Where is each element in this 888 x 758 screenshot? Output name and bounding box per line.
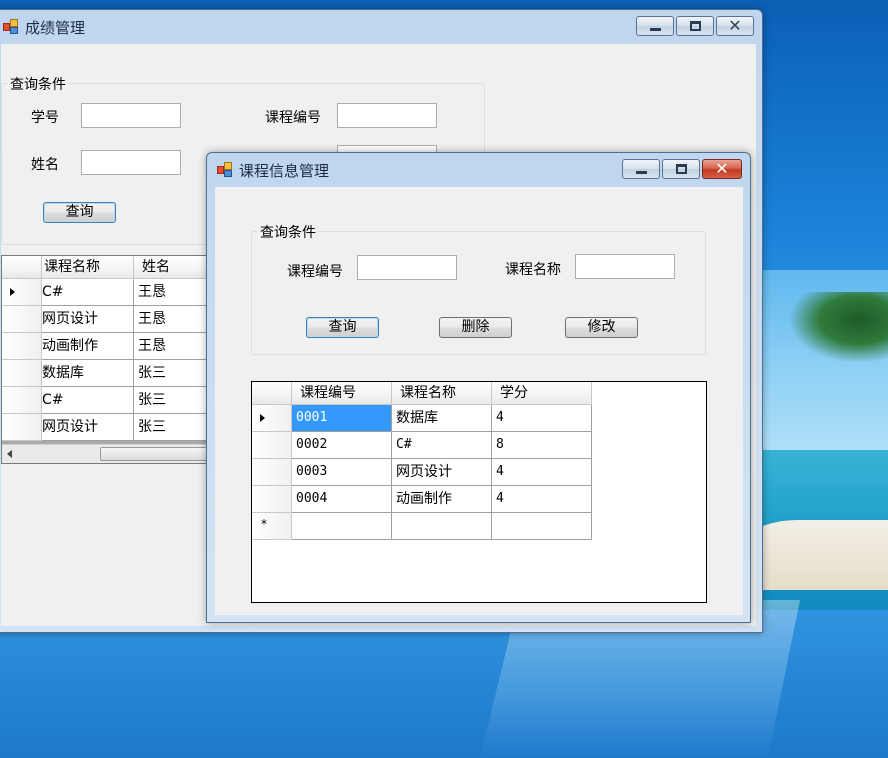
row-header-corner	[252, 382, 292, 405]
courses-grid[interactable]: 课程编号 课程名称 学分 0001 数据库 4 0002 C# 8 0003 网…	[251, 381, 707, 603]
grid-header-row: 课程编号 课程名称 学分	[252, 382, 592, 405]
table-row[interactable]: 网页设计 王恳	[2, 306, 234, 333]
table-row[interactable]: 数据库 张三	[2, 360, 234, 387]
course-no-input[interactable]	[357, 255, 457, 280]
column-header[interactable]: 课程编号	[292, 382, 392, 405]
table-cell[interactable]: 网页设计	[42, 414, 134, 441]
table-cell[interactable]: C#	[42, 279, 134, 306]
scroll-left-arrow-icon[interactable]	[7, 450, 12, 458]
row-header-corner	[2, 256, 42, 279]
close-button[interactable]: ✕	[702, 159, 742, 179]
table-cell[interactable]: 8	[492, 432, 592, 459]
table-cell[interactable]: 0002	[292, 432, 392, 459]
new-row[interactable]: *	[252, 513, 592, 540]
app-icon	[3, 19, 19, 35]
minimize-icon	[650, 28, 661, 31]
table-row[interactable]: 动画制作 王恳	[2, 333, 234, 360]
window-client-area: 查询条件 课程编号 课程名称 查询 删除 修改 课程编号 课程名称 学分 000…	[215, 187, 743, 615]
student-no-input[interactable]	[81, 103, 181, 128]
table-cell[interactable]: 4	[492, 405, 592, 432]
table-cell[interactable]: 动画制作	[42, 333, 134, 360]
title-bar[interactable]: 课程信息管理 ✕	[207, 153, 750, 187]
table-cell[interactable]: 0003	[292, 459, 392, 486]
table-cell[interactable]: 4	[492, 486, 592, 513]
group-title: 查询条件	[258, 222, 318, 242]
table-cell[interactable]	[292, 513, 392, 540]
scrollbar-thumb[interactable]	[100, 447, 220, 461]
close-button[interactable]: ✕	[716, 16, 754, 36]
table-cell[interactable]: 0004	[292, 486, 392, 513]
query-button[interactable]: 查询	[43, 202, 116, 223]
row-header[interactable]	[252, 405, 292, 432]
table-cell[interactable]: 网页设计	[42, 306, 134, 333]
table-row[interactable]: 网页设计 张三	[2, 414, 234, 441]
row-header[interactable]: *	[252, 513, 292, 540]
table-row[interactable]: C# 张三	[2, 387, 234, 414]
minimize-icon	[636, 171, 647, 174]
row-header[interactable]	[2, 279, 42, 306]
table-row[interactable]: 0003 网页设计 4	[252, 459, 592, 486]
maximize-button[interactable]	[676, 16, 714, 36]
delete-button[interactable]: 删除	[439, 317, 512, 338]
student-no-label: 学号	[31, 110, 59, 126]
course-name-label: 课程名称	[505, 262, 561, 278]
table-cell[interactable]	[492, 513, 592, 540]
table-cell[interactable]	[392, 513, 492, 540]
table-cell[interactable]: 数据库	[392, 405, 492, 432]
wallpaper-palm	[790, 292, 888, 362]
table-cell[interactable]: 网页设计	[392, 459, 492, 486]
window-title: 课程信息管理	[239, 161, 330, 180]
row-header[interactable]	[2, 333, 42, 360]
table-row[interactable]: 0001 数据库 4	[252, 405, 592, 432]
course-name-input[interactable]	[575, 254, 675, 279]
row-header[interactable]	[2, 414, 42, 441]
row-header[interactable]	[2, 360, 42, 387]
row-header[interactable]	[252, 486, 292, 513]
name-label: 姓名	[31, 157, 59, 173]
table-cell[interactable]: C#	[42, 387, 134, 414]
window-title: 成绩管理	[25, 18, 86, 37]
row-header[interactable]	[252, 432, 292, 459]
row-header[interactable]	[2, 387, 42, 414]
current-row-arrow-icon	[10, 288, 15, 296]
caption-buttons: ✕	[636, 16, 754, 36]
column-header[interactable]: 课程名称	[392, 382, 492, 405]
minimize-button[interactable]	[622, 159, 660, 179]
table-row[interactable]: C# 王恳	[2, 279, 234, 306]
close-icon: ✕	[715, 159, 729, 178]
maximize-icon	[690, 21, 701, 31]
modify-button[interactable]: 修改	[565, 317, 638, 338]
table-cell[interactable]: C#	[392, 432, 492, 459]
course-no-label: 课程编号	[265, 110, 321, 126]
table-cell[interactable]: 4	[492, 459, 592, 486]
table-cell[interactable]: 动画制作	[392, 486, 492, 513]
current-row-arrow-icon	[260, 414, 265, 422]
course-info-window[interactable]: 课程信息管理 ✕ 查询条件 课程编号 课程名称 查询 删除 修改 课程编号 课程…	[206, 152, 751, 623]
table-cell[interactable]: 0001	[292, 405, 392, 432]
course-no-input[interactable]	[337, 103, 437, 128]
grid-header-row: 课程名称 姓名	[2, 256, 234, 279]
title-bar[interactable]: 成绩管理 ✕	[0, 10, 762, 44]
maximize-button[interactable]	[662, 159, 700, 179]
query-button[interactable]: 查询	[306, 317, 379, 338]
table-row[interactable]: 0004 动画制作 4	[252, 486, 592, 513]
minimize-button[interactable]	[636, 16, 674, 36]
caption-buttons: ✕	[622, 159, 742, 179]
column-header[interactable]: 学分	[492, 382, 592, 405]
new-row-marker-icon: *	[261, 517, 267, 531]
name-input[interactable]	[81, 150, 181, 175]
row-header[interactable]	[252, 459, 292, 486]
row-header[interactable]	[2, 306, 42, 333]
table-cell[interactable]: 数据库	[42, 360, 134, 387]
app-icon	[217, 162, 233, 178]
group-title: 查询条件	[8, 74, 68, 94]
table-row[interactable]: 0002 C# 8	[252, 432, 592, 459]
course-no-label: 课程编号	[287, 264, 343, 280]
close-icon: ✕	[728, 16, 742, 35]
column-header[interactable]: 课程名称	[42, 256, 134, 279]
maximize-icon	[676, 164, 687, 174]
